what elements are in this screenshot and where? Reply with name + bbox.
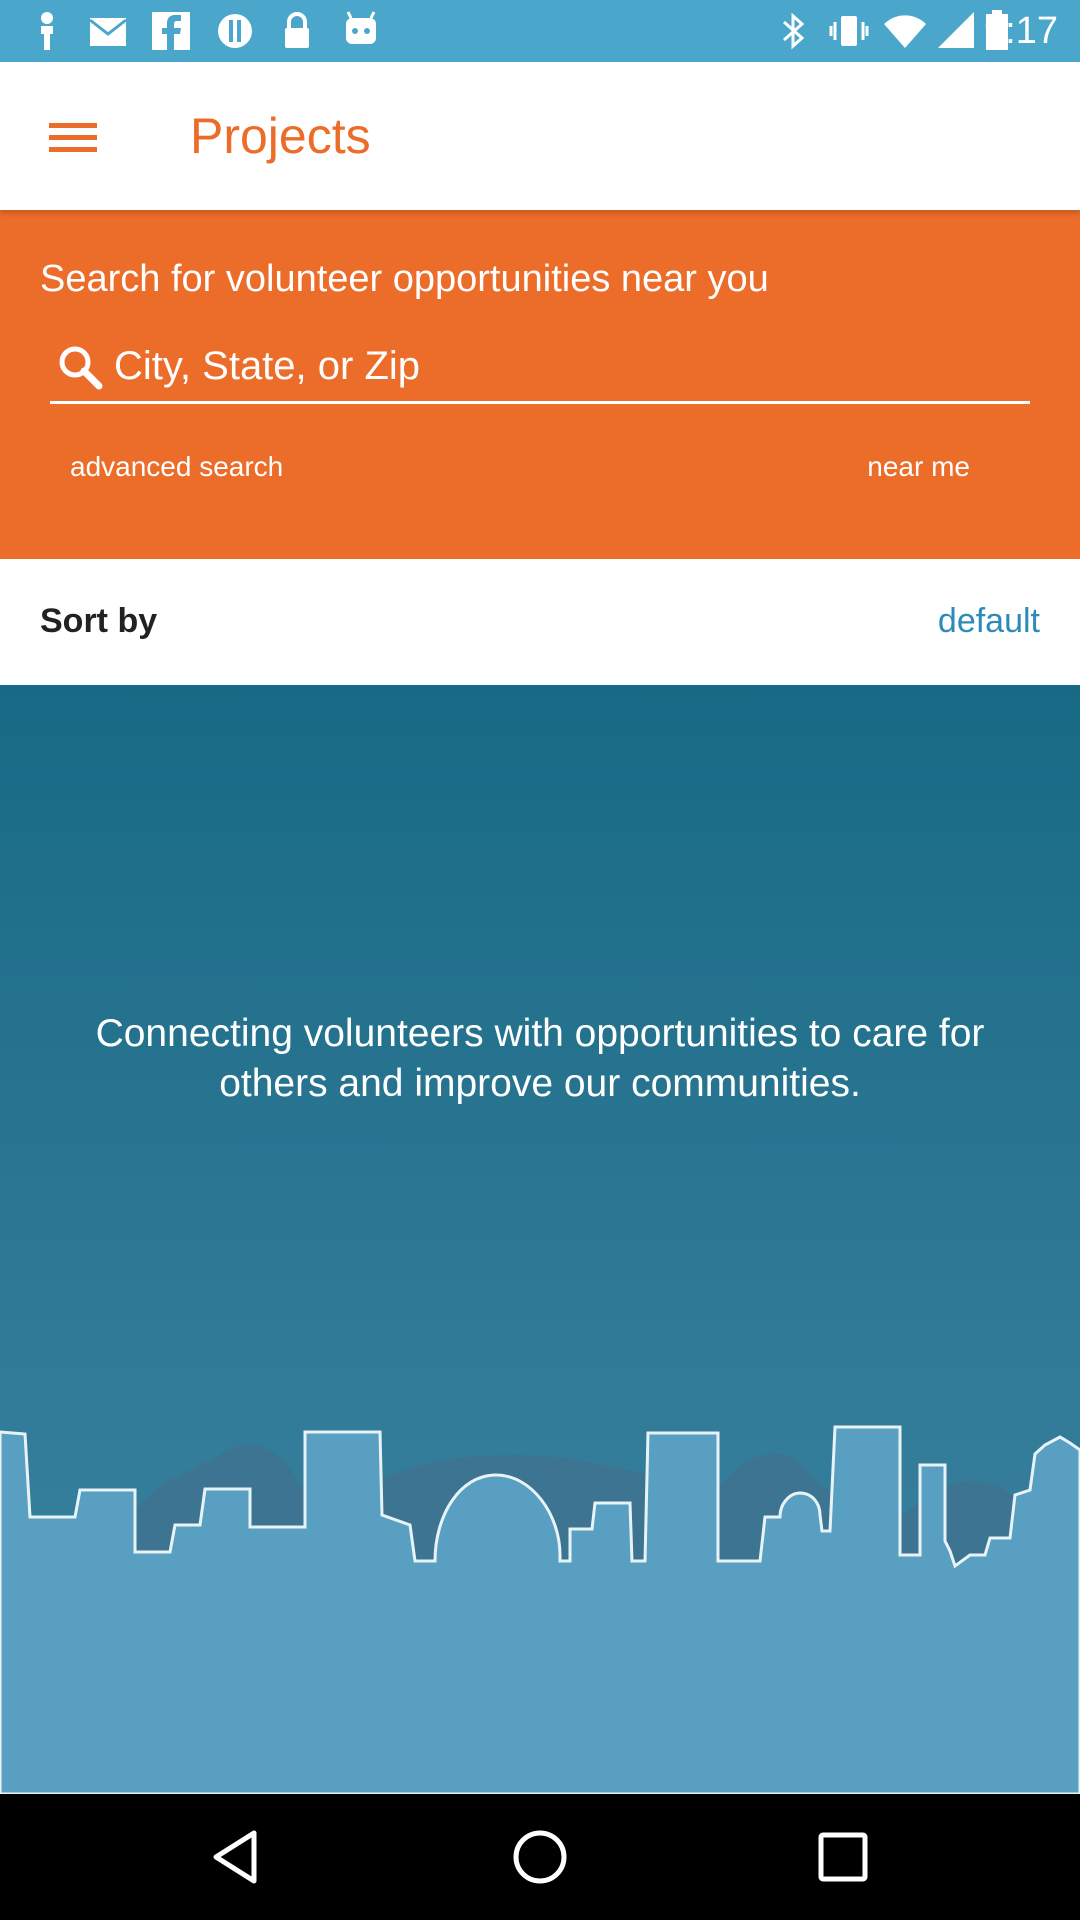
hero-banner: Connecting volunteers with opportunities… (0, 685, 1080, 1794)
navigation-bar (0, 1794, 1080, 1920)
status-time: 9:17 (984, 10, 1058, 52)
search-heading: Search for volunteer opportunities near … (40, 258, 769, 300)
android-icon (346, 11, 376, 44)
hero-tagline: Connecting volunteers with opportunities… (95, 1012, 985, 1105)
advanced-search-link[interactable]: advanced search (70, 450, 283, 484)
wifi-icon (884, 15, 926, 49)
page-title: Projects (190, 108, 371, 164)
app-bar: Projects (0, 62, 1080, 210)
menu-button[interactable] (28, 92, 118, 182)
sort-label: Sort by (40, 602, 158, 640)
recents-icon[interactable] (803, 1817, 883, 1897)
search-field (50, 332, 1030, 404)
lock-icon (285, 12, 309, 48)
status-bar: 9:17 (0, 0, 1080, 62)
search-icon (59, 346, 103, 390)
sort-dropdown[interactable]: default (938, 601, 1040, 641)
vibrate-icon (829, 16, 869, 46)
signal-icon (938, 12, 974, 48)
sort-row: Sort by default (0, 559, 1080, 685)
mail-icon (89, 18, 127, 46)
back-icon[interactable] (198, 1817, 278, 1897)
facebook-icon (152, 12, 190, 50)
search-panel: Search for volunteer opportunities near … (0, 210, 1080, 559)
notification-icon (41, 12, 53, 50)
bluetooth-icon (783, 12, 805, 50)
city-skyline-illustration (0, 1425, 1080, 1794)
search-input[interactable] (112, 332, 1012, 400)
info-icon (218, 14, 252, 48)
near-me-button[interactable]: near me (867, 450, 970, 484)
home-icon[interactable] (500, 1817, 580, 1897)
